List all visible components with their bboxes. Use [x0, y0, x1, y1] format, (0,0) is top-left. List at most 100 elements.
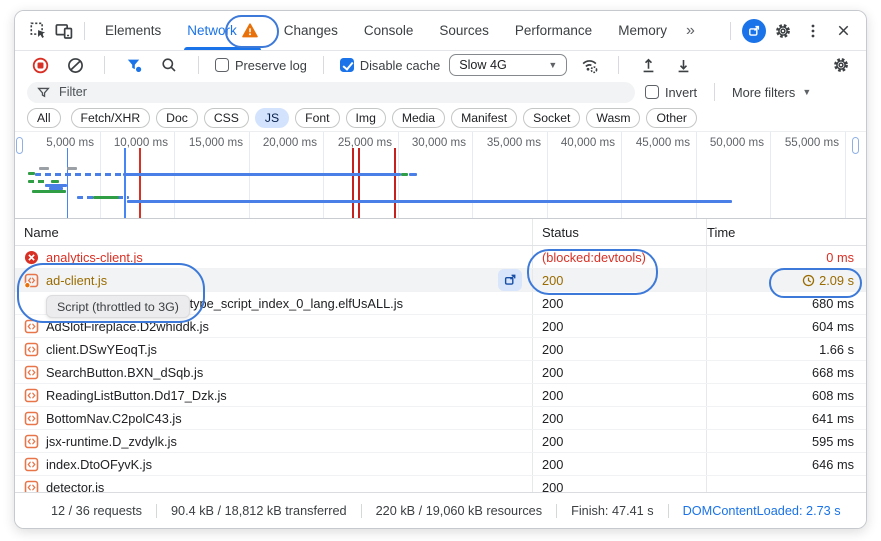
chip-wasm[interactable]: Wasm	[586, 108, 640, 128]
table-row[interactable]: detector.js200	[15, 476, 866, 493]
export-har-icon[interactable]	[670, 52, 696, 78]
cell-name: client.DSwYEoqT.js	[15, 338, 532, 360]
chip-doc[interactable]: Doc	[156, 108, 198, 128]
chip-fetch-xhr[interactable]: Fetch/XHR	[71, 108, 151, 128]
kebab-menu-icon[interactable]	[800, 18, 826, 44]
table-row[interactable]: BottomNav.C2polC43.js200641 ms	[15, 407, 866, 430]
cell-name: analytics-client.js	[15, 246, 532, 268]
cell-time: 1.66 s	[706, 338, 866, 360]
tab-sources[interactable]: Sources	[426, 11, 502, 50]
chip-font[interactable]: Font	[295, 108, 339, 128]
timeline-tick-label: 30,000 ms	[392, 136, 466, 149]
preserve-log-checkbox[interactable]: Preserve log	[215, 58, 307, 73]
waterfall-bar	[39, 167, 49, 170]
tab-elements[interactable]: Elements	[92, 11, 174, 50]
error-icon	[24, 250, 39, 265]
network-conditions-icon[interactable]	[576, 52, 602, 78]
checkbox-checked[interactable]	[340, 58, 354, 72]
tab-performance[interactable]: Performance	[502, 11, 605, 50]
table-row[interactable]: analytics-client.js(blocked:devtools)0 m…	[15, 246, 866, 269]
request-name: astro_type_script_index_0_lang.elfUsALL.…	[154, 296, 403, 311]
request-name: index.DtoOFyvK.js	[46, 457, 152, 472]
search-icon[interactable]	[156, 52, 182, 78]
request-status: 200	[542, 273, 563, 288]
chip-img[interactable]: Img	[346, 108, 386, 128]
cell-status: 200	[532, 315, 706, 337]
chip-socket[interactable]: Socket	[523, 108, 580, 128]
column-header-name[interactable]: Name	[15, 219, 532, 245]
request-status: 200	[542, 365, 563, 380]
tab-changes[interactable]: Changes	[271, 11, 351, 50]
chip-media[interactable]: Media	[392, 108, 445, 128]
clear-icon[interactable]	[62, 52, 88, 78]
clock-icon	[802, 274, 815, 287]
chip-other[interactable]: Other	[646, 108, 696, 128]
table-row[interactable]: jsx-runtime.D_zvdylk.js200595 ms	[15, 430, 866, 453]
filter-input[interactable]	[57, 84, 625, 100]
cell-name: AdSlotFireplace.D2whiddk.js	[15, 315, 532, 337]
throttling-value: Slow 4G	[459, 58, 507, 72]
chip-manifest[interactable]: Manifest	[451, 108, 517, 128]
device-toolbar-icon[interactable]	[51, 18, 77, 44]
panel-layout-icon[interactable]	[742, 19, 766, 43]
invert-checkbox[interactable]: Invert	[645, 85, 697, 100]
checkbox-unchecked[interactable]	[645, 85, 659, 99]
tab-network[interactable]: Network	[174, 11, 271, 50]
table-row[interactable]: AdSlotFireplace.D2whiddk.js200604 ms	[15, 315, 866, 338]
cell-status: 200	[532, 269, 706, 291]
gear-icon[interactable]	[770, 18, 796, 44]
divider	[714, 83, 715, 101]
more-filters-button[interactable]: More filters ▼	[732, 85, 811, 100]
script-icon	[24, 319, 39, 334]
chip-all[interactable]: All	[27, 108, 61, 128]
filter-input-wrap[interactable]	[27, 82, 635, 103]
inspect-icon[interactable]	[25, 18, 51, 44]
column-header-status[interactable]: Status	[532, 219, 706, 245]
overview-right-handle[interactable]	[852, 137, 859, 154]
request-status: 200	[542, 434, 563, 449]
cell-status: 200	[532, 292, 706, 314]
requests-table-body: analytics-client.js(blocked:devtools)0 m…	[15, 246, 866, 493]
table-row[interactable]: ReadingListButton.Dd17_Dzk.js200608 ms	[15, 384, 866, 407]
request-time: 641 ms	[812, 411, 854, 426]
cell-name: BottomNav.C2polC43.js	[15, 407, 532, 429]
disable-cache-checkbox[interactable]: Disable cache	[340, 58, 440, 73]
filter-funnel-icon[interactable]	[121, 52, 147, 78]
table-row[interactable]: client.DSwYEoqT.js2001.66 s	[15, 338, 866, 361]
network-overview-timeline[interactable]: 5,000 ms10,000 ms15,000 ms20,000 ms25,00…	[15, 131, 866, 219]
summary-item: Finish: 47.41 s	[556, 504, 668, 518]
filter-row: Invert More filters ▼	[15, 79, 866, 105]
tab-console[interactable]: Console	[351, 11, 427, 50]
settings-gear-icon[interactable]	[828, 52, 854, 78]
waterfall-bar	[51, 180, 59, 183]
record-icon[interactable]	[27, 52, 53, 78]
table-row[interactable]: index.DtoOFyvK.js200646 ms	[15, 453, 866, 476]
table-row[interactable]: SearchButton.BXN_dSqb.js 200 668 ms	[15, 361, 866, 384]
request-name: ReadingListButton.Dd17_Dzk.js	[46, 388, 227, 403]
cell-status: 200	[532, 361, 706, 383]
checkbox-unchecked[interactable]	[215, 58, 229, 72]
chip-js[interactable]: JS	[255, 108, 289, 128]
timeline-event-line	[352, 148, 354, 218]
more-filters-label: More filters	[732, 85, 795, 100]
open-in-panel-button[interactable]	[498, 269, 522, 291]
request-time: 608 ms	[812, 388, 854, 403]
close-icon[interactable]	[830, 18, 856, 44]
cell-time: 646 ms	[706, 453, 866, 475]
request-name: AdSlotFireplace.D2whiddk.js	[46, 319, 209, 334]
more-tabs-button[interactable]: »	[680, 22, 699, 40]
timeline-event-line	[67, 148, 68, 218]
chip-css[interactable]: CSS	[204, 108, 249, 128]
request-time: 1.66 s	[819, 342, 854, 357]
cell-name: SearchButton.BXN_dSqb.js	[15, 361, 532, 383]
throttling-select[interactable]: Slow 4G ▼	[449, 54, 567, 76]
request-name: ad-client.js	[46, 273, 107, 288]
column-header-time[interactable]: Time	[706, 219, 866, 245]
cell-time: 641 ms	[706, 407, 866, 429]
table-row[interactable]: ad-client.js2002.09 s	[15, 269, 866, 292]
waterfall-bar	[35, 173, 125, 176]
cell-time: 668 ms	[706, 361, 866, 383]
summary-item: DOMContentLoaded: 2.73 s	[668, 504, 855, 518]
import-har-icon[interactable]	[635, 52, 661, 78]
tab-memory[interactable]: Memory	[605, 11, 680, 50]
